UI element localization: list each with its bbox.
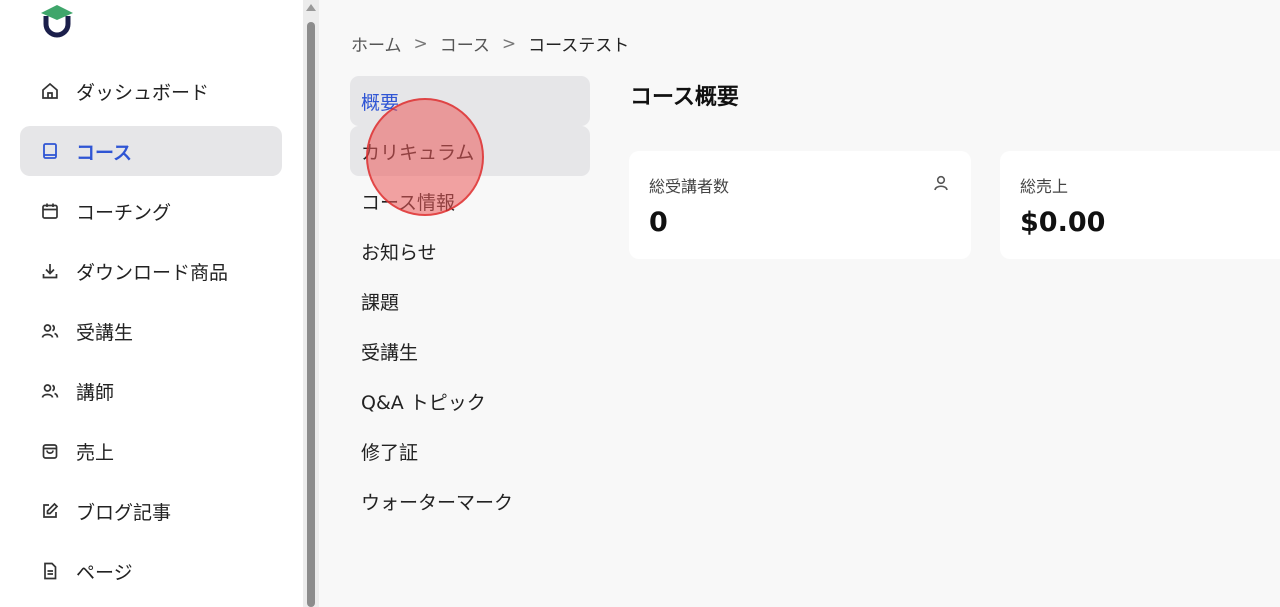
shopping-bag-icon	[40, 441, 60, 461]
sidebar-item-label: 講師	[76, 381, 115, 404]
subnav-item-label: ウォーターマーク	[361, 491, 514, 514]
subnav-item-students[interactable]: 受講生	[350, 326, 590, 376]
home-icon	[40, 81, 60, 101]
book-icon	[40, 141, 60, 161]
sidebar-item-courses[interactable]: コース	[20, 126, 282, 176]
sidebar-item-label: 受講生	[76, 321, 134, 344]
sidebar-scrollbar[interactable]	[303, 0, 319, 607]
document-icon	[40, 561, 60, 581]
stat-card-total-sales: 総売上 $0.00	[1000, 151, 1280, 259]
subnav-item-assignments[interactable]: 課題	[350, 276, 590, 326]
subnav-item-announcements[interactable]: お知らせ	[350, 226, 590, 276]
course-subnav: 概要 カリキュラム コース情報 お知らせ 課題 受講生 Q&A トピック 修了証…	[350, 76, 590, 526]
sidebar-item-pages[interactable]: ページ	[20, 546, 282, 596]
users-icon	[40, 321, 60, 341]
app-sidebar: ダッシュボード コース コーチング ダウンロード商品 受講生 講師 売上 ブログ…	[0, 0, 303, 607]
download-icon	[40, 261, 60, 281]
sidebar-item-instructors[interactable]: 講師	[20, 366, 282, 416]
breadcrumb-courses[interactable]: コース	[440, 31, 490, 56]
sidebar-item-sales[interactable]: 売上	[20, 426, 282, 476]
sidebar-nav: ダッシュボード コース コーチング ダウンロード商品 受講生 講師 売上 ブログ…	[20, 66, 282, 606]
sidebar-item-dashboard[interactable]: ダッシュボード	[20, 66, 282, 116]
subnav-item-label: 概要	[361, 91, 400, 114]
scroll-up-arrow-icon[interactable]	[306, 4, 316, 11]
stat-label: 総受講者数	[649, 177, 730, 196]
stat-value: $0.00	[1020, 207, 1106, 238]
app-logo[interactable]	[38, 2, 76, 40]
stat-card-total-students: 総受講者数 0	[629, 151, 971, 259]
stat-label: 総売上	[1020, 177, 1069, 196]
breadcrumb-separator: >	[501, 33, 517, 54]
subnav-item-label: コース情報	[361, 191, 456, 214]
sidebar-item-label: ページ	[76, 561, 133, 584]
users-icon	[40, 381, 60, 401]
main-content: ホーム > コース > コーステスト 概要 カリキュラム コース情報 お知らせ …	[319, 0, 1280, 607]
breadcrumb-separator: >	[413, 33, 428, 54]
subnav-item-label: 受講生	[361, 341, 419, 364]
breadcrumb-home[interactable]: ホーム	[351, 31, 402, 56]
sidebar-item-students[interactable]: 受講生	[20, 306, 282, 356]
sidebar-item-downloads[interactable]: ダウンロード商品	[20, 246, 282, 296]
calendar-icon	[40, 201, 60, 221]
user-icon	[931, 173, 951, 193]
sidebar-item-label: コース	[76, 141, 133, 164]
subnav-item-label: 修了証	[361, 441, 419, 464]
subnav-item-label: Q&A トピック	[361, 391, 486, 414]
sidebar-item-label: ダッシュボード	[76, 81, 210, 104]
subnav-item-watermark[interactable]: ウォーターマーク	[350, 476, 590, 526]
subnav-item-label: 課題	[361, 291, 400, 314]
page-title: コース概要	[630, 85, 739, 110]
sidebar-item-label: 売上	[76, 441, 115, 464]
sidebar-item-label: ブログ記事	[76, 501, 172, 524]
subnav-item-curriculum[interactable]: カリキュラム	[350, 126, 590, 176]
subnav-item-label: お知らせ	[361, 241, 437, 264]
sidebar-item-coaching[interactable]: コーチング	[20, 186, 282, 236]
subnav-item-label: カリキュラム	[361, 141, 475, 164]
subnav-item-course-info[interactable]: コース情報	[350, 176, 590, 226]
stat-value: 0	[649, 207, 668, 238]
sidebar-item-blog-posts[interactable]: ブログ記事	[20, 486, 282, 536]
subnav-item-overview[interactable]: 概要	[350, 76, 590, 126]
edit-icon	[40, 501, 60, 521]
scrollbar-thumb[interactable]	[307, 22, 315, 607]
sidebar-item-label: コーチング	[76, 201, 172, 224]
subnav-item-qa-topics[interactable]: Q&A トピック	[350, 376, 590, 426]
subnav-item-certificate[interactable]: 修了証	[350, 426, 590, 476]
breadcrumb-current: コーステスト	[528, 36, 630, 56]
breadcrumb: ホーム > コース > コーステスト	[351, 31, 630, 57]
sidebar-item-label: ダウンロード商品	[76, 261, 229, 284]
